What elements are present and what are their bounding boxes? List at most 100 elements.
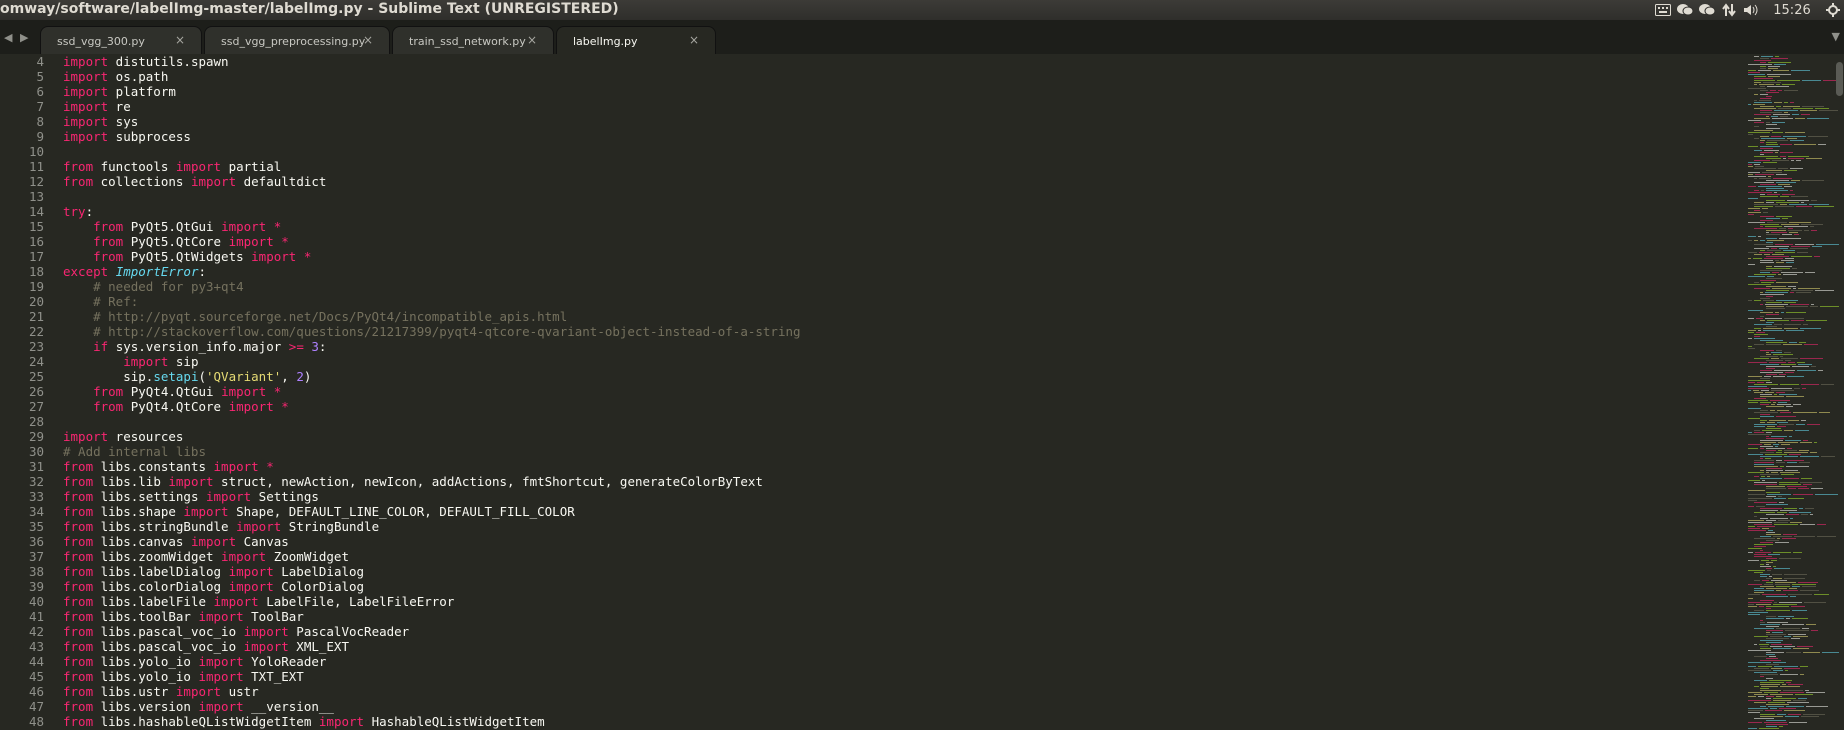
minimap-line bbox=[1773, 552, 1791, 553]
wechat-icon[interactable] bbox=[1696, 0, 1718, 20]
line-number: 24 bbox=[28, 354, 44, 369]
minimap-line bbox=[1774, 324, 1782, 325]
minimap-line bbox=[1793, 648, 1809, 649]
minimap-line bbox=[1766, 354, 1771, 355]
close-icon[interactable]: × bbox=[689, 33, 699, 47]
code-line[interactable]: from libs.labelFile import LabelFile, La… bbox=[63, 594, 801, 609]
minimap-line bbox=[1748, 528, 1760, 529]
code-line[interactable]: from libs.toolBar import ToolBar bbox=[63, 609, 801, 624]
code-line[interactable]: from PyQt4.QtGui import * bbox=[63, 384, 801, 399]
code-line[interactable]: from libs.version import __version__ bbox=[63, 699, 801, 714]
tab-train-ssd-network[interactable]: train_ssd_network.py × bbox=[392, 26, 554, 54]
code-line[interactable]: from libs.colorDialog import ColorDialog bbox=[63, 579, 801, 594]
code-line[interactable]: except ImportError: bbox=[63, 264, 801, 279]
code-line[interactable]: import os.path bbox=[63, 69, 801, 84]
code-line[interactable]: import subprocess bbox=[63, 129, 801, 144]
scrollbar-thumb[interactable] bbox=[1836, 62, 1843, 96]
code-line[interactable]: if sys.version_info.major >= 3: bbox=[63, 339, 801, 354]
wechat-icon[interactable] bbox=[1674, 0, 1696, 20]
code-token: PyQt5.QtCore bbox=[123, 234, 229, 249]
minimap-line bbox=[1754, 482, 1777, 483]
code-line[interactable]: # needed for py3+qt4 bbox=[63, 279, 801, 294]
minimap-line bbox=[1760, 184, 1776, 185]
keyboard-icon[interactable] bbox=[1652, 0, 1674, 20]
code-line[interactable]: from functools import partial bbox=[63, 159, 801, 174]
volume-icon[interactable] bbox=[1740, 0, 1762, 20]
minimap-line bbox=[1754, 554, 1766, 555]
line-number: 28 bbox=[28, 414, 44, 429]
minimap-line bbox=[1748, 346, 1752, 347]
code-line[interactable]: try: bbox=[63, 204, 801, 219]
code-line[interactable]: sip.setapi('QVariant', 2) bbox=[63, 369, 801, 384]
minimap-line bbox=[1748, 208, 1760, 209]
code-line[interactable] bbox=[63, 414, 801, 429]
minimap-line bbox=[1794, 144, 1816, 145]
minimap-line bbox=[1771, 232, 1787, 233]
close-icon[interactable]: × bbox=[527, 33, 537, 47]
code-line[interactable]: # http://pyqt.sourceforge.net/Docs/PyQt4… bbox=[63, 309, 801, 324]
network-icon[interactable] bbox=[1718, 0, 1740, 20]
minimap-line bbox=[1783, 250, 1795, 251]
code-line[interactable]: from libs.stringBundle import StringBund… bbox=[63, 519, 801, 534]
code-line[interactable]: import platform bbox=[63, 84, 801, 99]
code-line[interactable]: from PyQt5.QtCore import * bbox=[63, 234, 801, 249]
minimap[interactable] bbox=[1676, 54, 1844, 730]
code-line[interactable]: from collections import defaultdict bbox=[63, 174, 801, 189]
minimap-line bbox=[1766, 202, 1774, 203]
code-line[interactable] bbox=[63, 144, 801, 159]
minimap-line bbox=[1760, 478, 1782, 479]
code-line[interactable]: import distutils.spawn bbox=[63, 54, 801, 69]
gear-icon[interactable] bbox=[1822, 0, 1844, 20]
minimap-line bbox=[1780, 412, 1791, 413]
code-token: import bbox=[63, 114, 109, 129]
minimap-line bbox=[1760, 90, 1768, 91]
code-line[interactable]: from libs.pascal_voc_io import PascalVoc… bbox=[63, 624, 801, 639]
code-line[interactable]: from libs.settings import Settings bbox=[63, 489, 801, 504]
minimap-line bbox=[1782, 234, 1792, 235]
code-line[interactable]: from libs.hashableQListWidgetItem import… bbox=[63, 714, 801, 729]
clock[interactable]: 15:26 bbox=[1762, 0, 1822, 20]
tab-ssd-vgg-preprocessing[interactable]: ssd_vgg_preprocessing.py × bbox=[204, 26, 390, 54]
tab-labelimg[interactable]: labelImg.py × bbox=[556, 26, 716, 54]
minimap-line bbox=[1748, 338, 1752, 339]
code-line[interactable]: from libs.yolo_io import TXT_EXT bbox=[63, 669, 801, 684]
minimap-line bbox=[1778, 184, 1790, 185]
code-line[interactable]: from PyQt5.QtGui import * bbox=[63, 219, 801, 234]
close-icon[interactable]: × bbox=[363, 33, 373, 47]
code-line[interactable]: # Add internal libs bbox=[63, 444, 801, 459]
minimap-line bbox=[1771, 248, 1777, 249]
code-line[interactable]: from libs.shape import Shape, DEFAULT_LI… bbox=[63, 504, 801, 519]
minimap-line bbox=[1760, 110, 1772, 111]
code-line[interactable]: from PyQt5.QtWidgets import * bbox=[63, 249, 801, 264]
code-line[interactable]: import resources bbox=[63, 429, 801, 444]
code-line[interactable]: # http://stackoverflow.com/questions/212… bbox=[63, 324, 800, 339]
code-token: ZoomWidget bbox=[266, 549, 349, 564]
tab-ssd-vgg-300[interactable]: ssd_vgg_300.py × bbox=[40, 26, 202, 54]
code-line[interactable]: # Ref: bbox=[63, 294, 801, 309]
minimap-line bbox=[1754, 328, 1761, 329]
code-token: resources bbox=[108, 429, 184, 444]
code-line[interactable]: from libs.ustr import ustr bbox=[63, 684, 801, 699]
tab-prev-icon[interactable]: ◀ bbox=[4, 31, 12, 44]
minimap-line bbox=[1760, 624, 1780, 625]
code-line[interactable]: from libs.pascal_voc_io import XML_EXT bbox=[63, 639, 801, 654]
tab-menu-icon[interactable]: ▼ bbox=[1832, 30, 1840, 43]
code-line[interactable]: from libs.yolo_io import YoloReader bbox=[63, 654, 801, 669]
code-line[interactable]: from libs.constants import * bbox=[63, 459, 801, 474]
code-line[interactable] bbox=[63, 189, 801, 204]
code-editor[interactable]: 4 5 6 7 8 9 10 11 12 13 14 15 16 17 18 19 20 21 22 23 24 25 26… bbox=[0, 54, 1676, 730]
code-line[interactable]: from libs.canvas import Canvas bbox=[63, 534, 801, 549]
code-line[interactable]: from libs.zoomWidget import ZoomWidget bbox=[63, 549, 801, 564]
code-line[interactable]: from libs.lib import struct, newAction, … bbox=[63, 474, 801, 489]
tab-next-icon[interactable]: ▶ bbox=[20, 31, 28, 44]
code-area[interactable]: import distutils.spawn import os.path impo… bbox=[63, 54, 801, 729]
minimap-line bbox=[1748, 418, 1760, 419]
close-icon[interactable]: × bbox=[175, 33, 185, 47]
code-line[interactable]: import re bbox=[63, 99, 801, 114]
code-line[interactable]: from libs.labelDialog import LabelDialog bbox=[63, 564, 801, 579]
code-line[interactable]: import sip bbox=[63, 354, 801, 369]
code-line[interactable]: import sys bbox=[63, 114, 801, 129]
minimap-line bbox=[1784, 508, 1797, 509]
code-line[interactable]: from PyQt4.QtCore import * bbox=[63, 399, 801, 414]
